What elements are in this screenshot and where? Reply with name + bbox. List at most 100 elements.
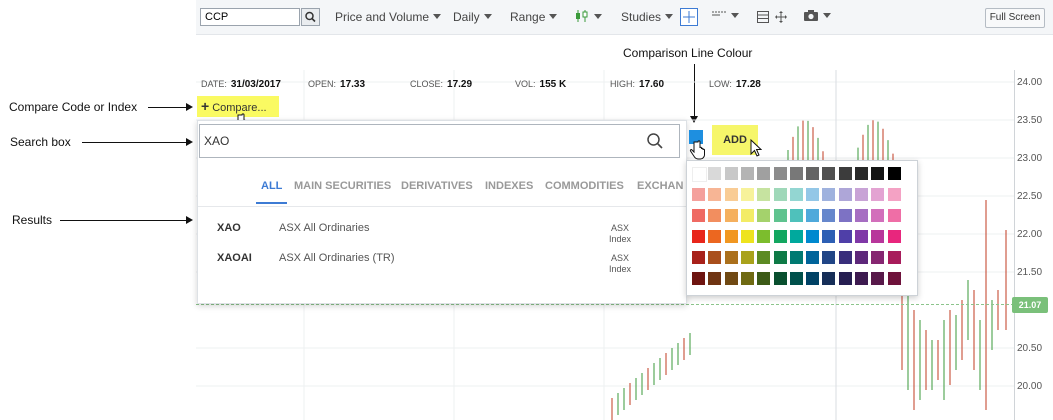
colour-swatch-option[interactable]: [806, 230, 820, 243]
interval-menu[interactable]: Daily: [453, 10, 492, 24]
table-view-button[interactable]: [757, 10, 769, 28]
colour-swatch-option[interactable]: [757, 230, 771, 243]
colour-swatch-option[interactable]: [887, 167, 901, 180]
colour-swatch-option[interactable]: [757, 251, 771, 264]
colour-swatch-option[interactable]: [708, 272, 722, 285]
colour-swatch-option[interactable]: [838, 167, 852, 180]
colour-swatch-option[interactable]: [806, 209, 820, 222]
colour-swatch-option[interactable]: [740, 272, 754, 285]
fullscreen-button[interactable]: Full Screen: [985, 8, 1045, 28]
colour-swatch-option[interactable]: [724, 167, 738, 180]
colour-swatch-option[interactable]: [822, 188, 836, 201]
colour-swatch-option[interactable]: [708, 230, 722, 243]
table-row[interactable]: XAOAI ASX All Ordinaries (TR) ASX Index: [198, 246, 686, 274]
colour-swatch-option[interactable]: [855, 251, 868, 264]
move-button[interactable]: [775, 10, 787, 28]
colour-swatch-option[interactable]: [838, 209, 852, 222]
colour-swatch-option[interactable]: [757, 167, 771, 180]
colour-swatch-option[interactable]: [838, 272, 852, 285]
colour-swatch-option[interactable]: [855, 209, 868, 222]
colour-swatch-option[interactable]: [740, 251, 754, 264]
colour-swatch-option[interactable]: [855, 188, 868, 201]
colour-swatch-option[interactable]: [789, 209, 803, 222]
colour-swatch-option[interactable]: [789, 251, 803, 264]
colour-swatch-option[interactable]: [822, 272, 836, 285]
colour-swatch-option[interactable]: [806, 167, 820, 180]
tab-commodities[interactable]: COMMODITIES: [545, 180, 624, 192]
colour-swatch-option[interactable]: [789, 272, 803, 285]
tab-derivatives[interactable]: DERIVATIVES: [401, 180, 473, 192]
colour-swatch-option[interactable]: [724, 251, 738, 264]
colour-swatch-option[interactable]: [773, 230, 787, 243]
colour-swatch-option[interactable]: [740, 209, 754, 222]
colour-swatch-option[interactable]: [822, 209, 836, 222]
colour-swatch-option[interactable]: [757, 209, 771, 222]
colour-swatch-option[interactable]: [887, 188, 901, 201]
colour-swatch-option[interactable]: [724, 230, 738, 243]
colour-swatch-option[interactable]: [871, 209, 885, 222]
colour-swatch-option[interactable]: [822, 251, 836, 264]
colour-swatch-option[interactable]: [871, 272, 885, 285]
colour-swatch-option[interactable]: [708, 209, 722, 222]
tab-indexes[interactable]: INDEXES: [485, 180, 533, 192]
colour-swatch-option[interactable]: [871, 188, 885, 201]
colour-swatch-option[interactable]: [789, 230, 803, 243]
colour-swatch-option[interactable]: [806, 272, 820, 285]
range-menu[interactable]: Range: [510, 10, 558, 24]
colour-swatch-option[interactable]: [773, 251, 787, 264]
colour-swatch-option[interactable]: [773, 188, 787, 201]
tab-all[interactable]: ALL: [261, 180, 282, 192]
chart-type-menu[interactable]: [574, 9, 602, 24]
colour-swatch-option[interactable]: [871, 167, 885, 180]
colour-swatch-option[interactable]: [692, 251, 705, 264]
colour-swatch-option[interactable]: [773, 272, 787, 285]
colour-swatch-option[interactable]: [789, 188, 803, 201]
code-search-button[interactable]: [301, 8, 320, 26]
colour-swatch-option[interactable]: [708, 188, 722, 201]
table-row[interactable]: XAO ASX All Ordinaries ASX Index: [198, 216, 686, 244]
search-icon[interactable]: [646, 132, 664, 150]
colour-swatch-option[interactable]: [740, 167, 754, 180]
colour-swatch-option[interactable]: [692, 209, 705, 222]
colour-swatch-option[interactable]: [757, 272, 771, 285]
colour-swatch-option[interactable]: [773, 209, 787, 222]
colour-swatch-option[interactable]: [855, 230, 868, 243]
tab-exchanges[interactable]: EXCHAN: [637, 180, 685, 192]
colour-swatch-option[interactable]: [724, 272, 738, 285]
colour-swatch-option[interactable]: [887, 272, 901, 285]
studies-menu[interactable]: Studies: [621, 10, 674, 24]
colour-swatch-option[interactable]: [871, 230, 885, 243]
colour-swatch-option[interactable]: [871, 251, 885, 264]
colour-swatch-option[interactable]: [855, 272, 868, 285]
colour-swatch-option[interactable]: [806, 251, 820, 264]
colour-swatch-option[interactable]: [887, 230, 901, 243]
colour-swatch-option[interactable]: [838, 230, 852, 243]
colour-swatch-option[interactable]: [773, 167, 787, 180]
compare-search-input[interactable]: [199, 124, 680, 158]
tab-main-securities[interactable]: MAIN SECURITIES: [294, 180, 391, 192]
colour-swatch-option[interactable]: [855, 167, 868, 180]
colour-swatch-option[interactable]: [692, 230, 705, 243]
colour-swatch-option[interactable]: [692, 167, 707, 182]
price-volume-menu[interactable]: Price and Volume: [335, 10, 442, 24]
colour-swatch-option[interactable]: [724, 209, 738, 222]
colour-swatch-option[interactable]: [838, 251, 852, 264]
colour-swatch-option[interactable]: [822, 230, 836, 243]
colour-swatch-option[interactable]: [708, 251, 722, 264]
colour-swatch-option[interactable]: [692, 272, 705, 285]
colour-swatch-option[interactable]: [724, 188, 738, 201]
colour-swatch-option[interactable]: [806, 188, 820, 201]
drawing-tools-menu[interactable]: [711, 9, 739, 23]
colour-swatch-option[interactable]: [822, 167, 836, 180]
snapshot-menu[interactable]: [803, 9, 831, 23]
colour-swatch-option[interactable]: [708, 167, 722, 180]
crosshair-button[interactable]: [680, 8, 698, 26]
security-code-input[interactable]: [200, 8, 300, 26]
colour-swatch-option[interactable]: [887, 209, 901, 222]
colour-swatch-option[interactable]: [757, 188, 771, 201]
colour-swatch-option[interactable]: [838, 188, 852, 201]
colour-swatch-option[interactable]: [789, 167, 803, 180]
colour-swatch-option[interactable]: [740, 230, 754, 243]
colour-swatch-option[interactable]: [740, 188, 754, 201]
colour-swatch-option[interactable]: [887, 251, 901, 264]
